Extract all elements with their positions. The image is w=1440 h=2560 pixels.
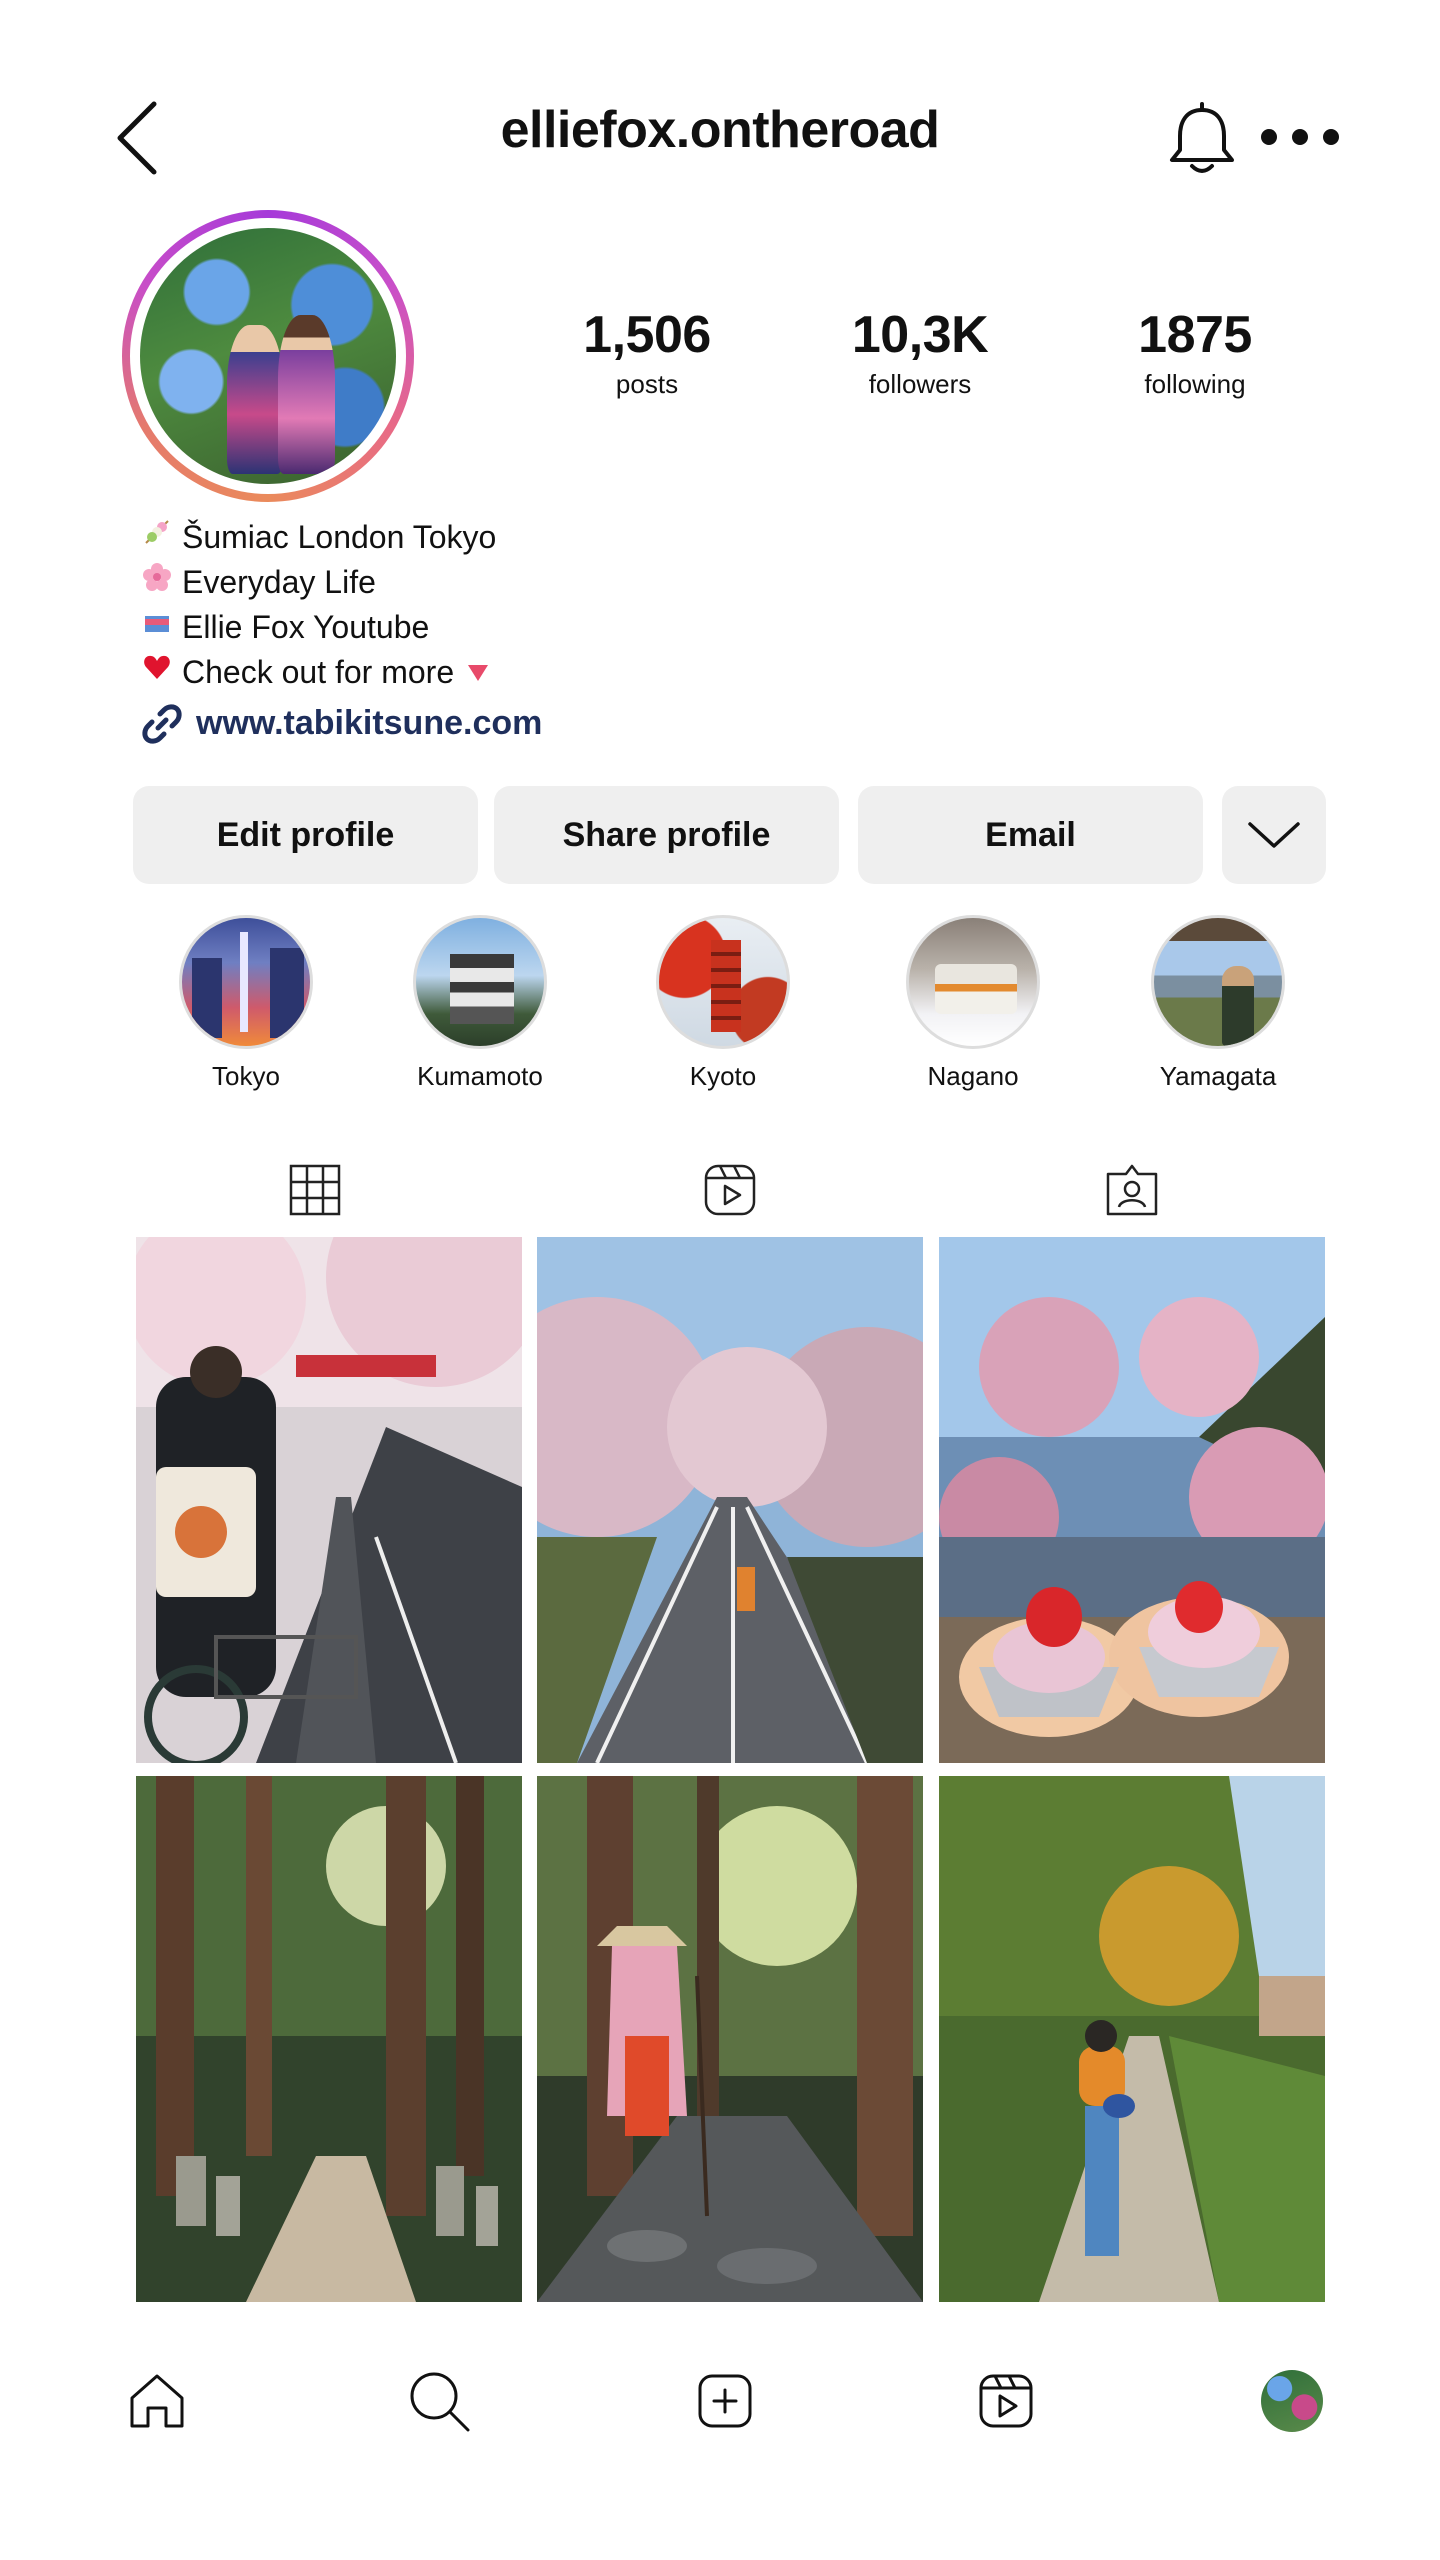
bio-link-text: www.tabikitsune.com: [196, 704, 543, 742]
highlight-nagano[interactable]: Nagano: [888, 915, 1058, 1092]
following-label: following: [1144, 369, 1246, 399]
post-image: [136, 1237, 522, 1763]
search-icon: [410, 2372, 470, 2432]
bio-text: Everyday Life: [182, 564, 376, 600]
profile-avatar[interactable]: [122, 210, 414, 502]
tagged-icon: [1106, 1164, 1158, 1216]
post-image: [939, 1776, 1325, 2302]
more-dot-icon: [1292, 129, 1308, 145]
bio-text: Ellie Fox Youtube: [182, 609, 430, 645]
post-thumbnail[interactable]: [136, 1776, 522, 2302]
link-icon: [142, 703, 182, 744]
bio-line: Ellie Fox Youtube: [140, 605, 542, 650]
highlight-cover: [179, 915, 313, 1049]
tab-tagged[interactable]: [1102, 1160, 1162, 1220]
posts-label: posts: [615, 369, 679, 399]
nav-reels[interactable]: [971, 2366, 1041, 2436]
email-button[interactable]: Email: [858, 786, 1203, 884]
dango-icon: [140, 515, 174, 560]
highlight-cover: [656, 915, 790, 1049]
post-image: [136, 1776, 522, 2302]
followers-count: 10,3K: [851, 306, 989, 364]
bio-text: Šumiac London Tokyo: [182, 519, 497, 555]
following-stat[interactable]: 1875 following: [1075, 305, 1315, 400]
bio-text: Check out for more: [182, 654, 455, 690]
chevron-down-icon: [1248, 822, 1300, 848]
post-thumbnail[interactable]: [537, 1237, 923, 1763]
highlight-kumamoto[interactable]: Kumamoto: [395, 915, 565, 1092]
post-image: [537, 1776, 923, 2302]
posts-count: 1,506: [583, 306, 711, 364]
bio-link[interactable]: www.tabikitsune.com: [140, 701, 542, 746]
more-options-button[interactable]: [1255, 115, 1345, 160]
highlight-label: Kyoto: [689, 1061, 757, 1091]
share-profile-button[interactable]: Share profile: [494, 786, 839, 884]
followers-stat[interactable]: 10,3K followers: [800, 305, 1040, 400]
profile-page: elliefox.ontheroad 1,506 posts 10,3K fol…: [0, 0, 1440, 2560]
post-image: [939, 1237, 1325, 1763]
highlight-label: Kumamoto: [417, 1061, 543, 1091]
tab-grid[interactable]: [285, 1160, 345, 1220]
following-count: 1875: [1138, 306, 1252, 364]
tab-reels[interactable]: [700, 1160, 760, 1220]
add-post-icon: [698, 2374, 752, 2428]
avatar-photo: [140, 228, 396, 484]
post-thumbnail[interactable]: [537, 1776, 923, 2302]
highlight-label: Tokyo: [212, 1061, 280, 1091]
more-dot-icon: [1323, 129, 1339, 145]
highlight-tokyo[interactable]: Tokyo: [161, 915, 331, 1092]
post-thumbnail[interactable]: [939, 1237, 1325, 1763]
nav-create[interactable]: [690, 2366, 760, 2436]
highlight-yamagata[interactable]: Yamagata: [1133, 915, 1303, 1092]
bio-line: Šumiac London Tokyo: [140, 515, 542, 560]
reels-icon: [704, 1164, 756, 1216]
expand-suggestions-button[interactable]: [1222, 786, 1326, 884]
nav-profile[interactable]: [1257, 2366, 1327, 2436]
highlight-label: Nagano: [927, 1061, 1019, 1091]
flag-icon: [140, 605, 174, 650]
bio-line: Check out for more: [140, 650, 542, 695]
down-triangle-icon: [466, 650, 490, 695]
bell-icon: [1170, 102, 1234, 173]
post-thumbnail[interactable]: [136, 1237, 522, 1763]
highlight-cover: [906, 915, 1040, 1049]
cherry-blossom-icon: [140, 560, 174, 605]
post-thumbnail[interactable]: [939, 1776, 1325, 2302]
highlight-cover: [1151, 915, 1285, 1049]
profile-avatar-icon: [1261, 2370, 1323, 2432]
more-dot-icon: [1261, 129, 1277, 145]
nav-search[interactable]: [404, 2366, 474, 2436]
followers-label: followers: [868, 369, 972, 399]
notifications-button[interactable]: [1162, 100, 1242, 178]
posts-stat[interactable]: 1,506 posts: [527, 305, 767, 400]
bio-line: Everyday Life: [140, 560, 542, 605]
reels-icon: [979, 2374, 1033, 2428]
nav-home[interactable]: [122, 2366, 192, 2436]
grid-icon: [289, 1164, 341, 1216]
red-heart-icon: [140, 650, 174, 695]
highlight-cover: [413, 915, 547, 1049]
highlight-kyoto[interactable]: Kyoto: [638, 915, 808, 1092]
edit-profile-button[interactable]: Edit profile: [133, 786, 478, 884]
home-icon: [130, 2374, 184, 2428]
bio: Šumiac London Tokyo Everyday Life Ellie …: [140, 515, 542, 746]
post-image: [537, 1237, 923, 1763]
highlight-label: Yamagata: [1159, 1061, 1277, 1091]
